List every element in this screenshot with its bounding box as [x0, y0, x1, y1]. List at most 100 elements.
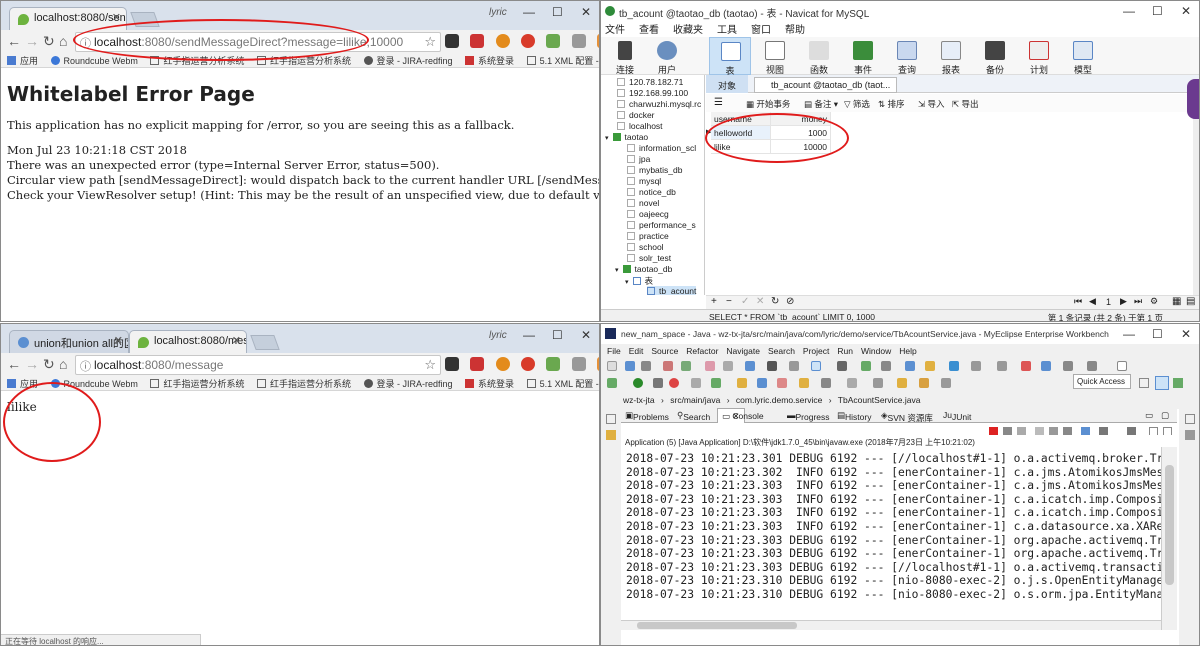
- sort-button[interactable]: ⇅ 排序: [878, 98, 905, 110]
- run-icon[interactable]: [633, 378, 643, 388]
- view-icon[interactable]: [606, 430, 616, 440]
- bookmark-item[interactable]: 系统登录: [465, 56, 514, 66]
- tool-icon[interactable]: [821, 378, 831, 388]
- tree-item-taotao-db[interactable]: ▾ taotao_db: [615, 264, 672, 274]
- filter-button[interactable]: ▽ 筛选: [844, 98, 870, 110]
- tree-item[interactable]: novel: [627, 198, 659, 208]
- extension-icon[interactable]: [546, 34, 561, 48]
- tab-objects[interactable]: 对象: [706, 75, 748, 93]
- close-window-button[interactable]: ✕: [1181, 327, 1191, 341]
- menu-item[interactable]: 帮助: [785, 25, 805, 36]
- view-button[interactable]: 视图: [754, 37, 796, 75]
- bookmark-item[interactable]: 5.1 XML 配置 - GitB: [526, 379, 599, 389]
- menu-icon[interactable]: ☰: [714, 97, 723, 108]
- breadcrumb-item[interactable]: wz-tx-jta: [623, 395, 655, 405]
- bookmark-item[interactable]: 应用: [7, 56, 38, 66]
- tool-icon[interactable]: [919, 378, 929, 388]
- menu-item[interactable]: Source: [651, 346, 678, 356]
- tool-icon[interactable]: [777, 378, 787, 388]
- column-header[interactable]: money: [771, 112, 831, 126]
- menu-item[interactable]: 查看: [639, 25, 659, 36]
- forward-icon[interactable]: →: [25, 356, 39, 372]
- maximize-button[interactable]: ☐: [552, 328, 563, 342]
- tree-item[interactable]: mysql: [627, 176, 661, 186]
- tab-message[interactable]: localhost:8080/messag ✕: [129, 330, 247, 353]
- tree-item[interactable]: school: [627, 242, 664, 252]
- table-cell[interactable]: 1000: [771, 126, 831, 140]
- function-button[interactable]: 函数: [798, 37, 840, 75]
- tab-history[interactable]: ▤ History: [837, 410, 871, 422]
- address-bar[interactable]: ⓘ localhost:8080/sendMessageDirect?messa…: [75, 32, 441, 52]
- report-button[interactable]: 报表: [930, 37, 972, 75]
- open-perspective-icon[interactable]: [1139, 378, 1149, 388]
- scroll-thumb[interactable]: [1165, 465, 1174, 585]
- first-page-button[interactable]: ⏮: [1074, 296, 1082, 307]
- tool-icon[interactable]: [653, 378, 663, 388]
- close-tab-icon[interactable]: ✕: [232, 334, 241, 347]
- menu-item[interactable]: 收藏夹: [673, 25, 703, 36]
- tree-item[interactable]: localhost: [617, 121, 663, 131]
- tree-item[interactable]: 120.78.182.71: [617, 77, 683, 87]
- menu-item[interactable]: Run: [837, 346, 853, 356]
- tool-icon[interactable]: [925, 361, 935, 371]
- minimize-button[interactable]: —: [523, 328, 535, 342]
- breadcrumb-item[interactable]: TbAcountService.java: [838, 395, 921, 405]
- bookmark-item[interactable]: 红手指运营分析系统: [150, 379, 244, 389]
- user-button[interactable]: 用户: [646, 37, 688, 75]
- apply-button[interactable]: ✓: [741, 296, 749, 307]
- vertical-scrollbar[interactable]: [1161, 447, 1177, 630]
- close-window-button[interactable]: ✕: [1181, 4, 1191, 18]
- tree-item[interactable]: mybatis_db: [627, 165, 682, 175]
- tool-icon[interactable]: [669, 378, 679, 388]
- side-panel-icon[interactable]: [1187, 79, 1199, 119]
- tree-item[interactable]: notice_db: [627, 187, 676, 197]
- schedule-button[interactable]: 计划: [1018, 37, 1060, 75]
- tree-item-taotao[interactable]: ▾ taotao: [605, 132, 648, 142]
- new-icon[interactable]: [607, 361, 617, 371]
- close-tab-icon[interactable]: ✕: [112, 11, 121, 24]
- back-icon[interactable]: ←: [7, 33, 21, 49]
- minimize-button[interactable]: —: [1123, 327, 1135, 341]
- tool-icon[interactable]: [1087, 361, 1097, 371]
- tool-icon[interactable]: [881, 361, 891, 371]
- minimize-button[interactable]: —: [523, 5, 535, 19]
- address-bar[interactable]: ⓘ localhost:8080/message ☆: [75, 355, 441, 375]
- menu-item[interactable]: Edit: [629, 346, 644, 356]
- tree-item[interactable]: information_scl: [627, 143, 696, 153]
- close-tab-icon[interactable]: ✕: [114, 334, 123, 347]
- extension-icon[interactable]: [546, 357, 561, 371]
- tool-icon[interactable]: [941, 378, 951, 388]
- table-cell[interactable]: 10000: [771, 140, 831, 154]
- tool-icon[interactable]: [767, 361, 777, 371]
- query-button[interactable]: 查询: [886, 37, 928, 75]
- bookmark-item[interactable]: 应用: [7, 379, 38, 389]
- form-view-icon[interactable]: ▤: [1186, 296, 1195, 307]
- tool-icon[interactable]: [737, 378, 747, 388]
- bookmark-item[interactable]: 5.1 XML 配置 - GitB: [526, 56, 599, 66]
- tool-icon[interactable]: [681, 361, 691, 371]
- extension-icon[interactable]: [571, 357, 586, 371]
- page-number[interactable]: 1: [1106, 297, 1111, 307]
- tool-icon[interactable]: [861, 361, 871, 371]
- tab-console[interactable]: ▭ Console ✕: [717, 408, 764, 423]
- bookmark-star-icon[interactable]: ☆: [424, 357, 436, 373]
- tree-item[interactable]: practice: [627, 231, 669, 241]
- close-window-button[interactable]: ✕: [581, 5, 591, 19]
- bookmark-item[interactable]: 系统登录: [465, 379, 514, 389]
- tab-union-article[interactable]: union和union all的区别 ✕: [9, 330, 129, 353]
- menu-item[interactable]: Navigate: [726, 346, 760, 356]
- extension-icon[interactable]: [521, 34, 536, 48]
- back-icon[interactable]: ←: [7, 356, 21, 372]
- close-window-button[interactable]: ✕: [581, 328, 591, 342]
- tool-icon[interactable]: [745, 361, 755, 371]
- extension-icon[interactable]: [495, 357, 510, 371]
- new-tab-button[interactable]: [250, 335, 280, 350]
- tool-icon[interactable]: [811, 361, 821, 371]
- scroll-thumb[interactable]: [637, 622, 797, 629]
- forward-icon[interactable]: →: [25, 33, 39, 49]
- tab-send-message[interactable]: localhost:8080/sendM ✕: [9, 7, 127, 30]
- tab-junit[interactable]: Ju JUnit: [943, 410, 971, 422]
- bookmark-item[interactable]: 登录 - JIRA-redfing: [363, 56, 453, 66]
- event-button[interactable]: 事件: [842, 37, 884, 75]
- tool-icon[interactable]: [691, 378, 701, 388]
